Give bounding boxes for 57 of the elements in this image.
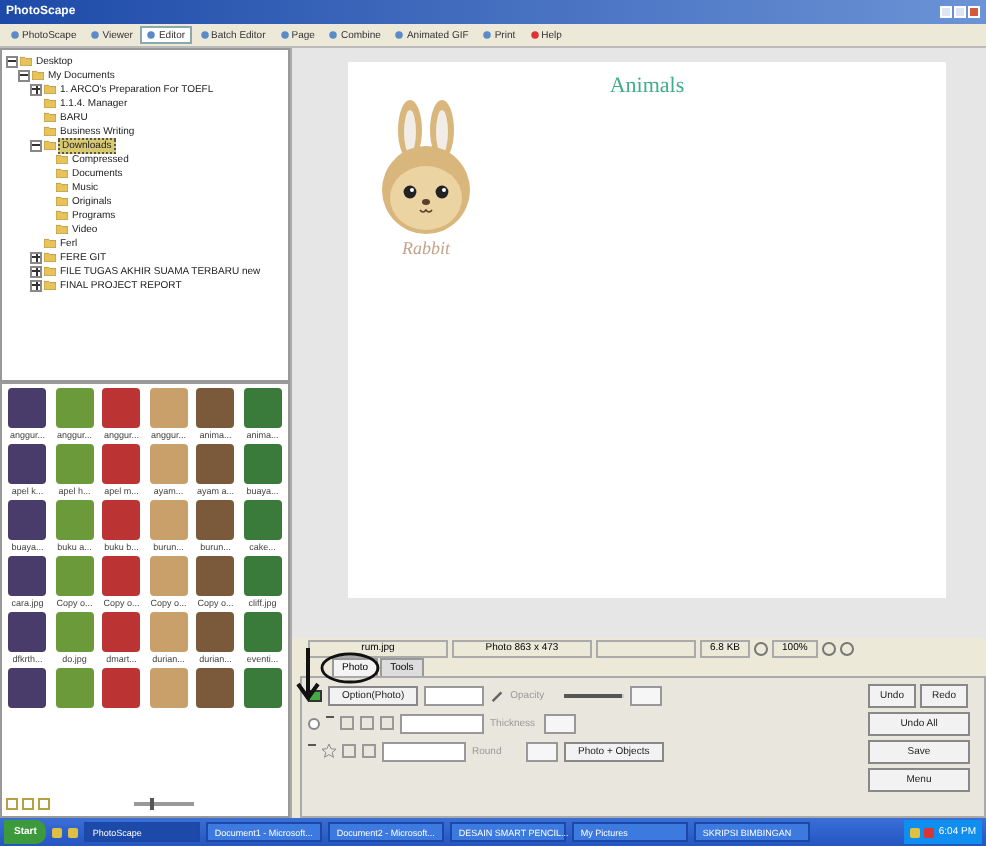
expander-icon[interactable] [30,279,42,291]
photo-placeholder[interactable] [196,444,235,484]
circle-icon [199,30,210,40]
photo-placeholder[interactable] [243,668,282,708]
circle-icon [279,30,290,40]
rabbit-drawing [376,98,476,238]
image-caption: Rabbit [402,238,450,258]
annotation-ellipse [320,652,380,684]
spin-field[interactable] [526,741,558,761]
radio-button[interactable] [308,717,320,729]
photo-placeholder[interactable] [8,388,47,428]
photo-placeholder[interactable] [243,444,282,484]
photo-placeholder[interactable] [243,500,282,540]
dropdown-field[interactable] [382,741,466,761]
photo-placeholder[interactable] [102,668,141,708]
photo-placeholder[interactable] [8,612,47,652]
circle-icon [328,30,339,40]
photo-placeholder[interactable] [102,556,141,596]
photo-placeholder[interactable] [8,668,47,708]
dropdown-field[interactable] [424,685,485,705]
photo-placeholder[interactable] [243,612,282,652]
photo-placeholder[interactable] [196,500,235,540]
annotation-arrow [296,646,320,702]
photo-placeholder[interactable] [102,500,141,540]
photo-placeholder[interactable] [243,388,282,428]
photo-placeholder[interactable] [102,388,141,428]
circle-icon [482,30,493,40]
circle-icon [394,30,405,40]
expander-icon[interactable] [30,83,42,95]
spin-field[interactable] [630,685,663,705]
star-icon[interactable] [322,744,336,758]
photo-placeholder[interactable] [102,444,141,484]
circle-icon [10,30,20,40]
photo-placeholder[interactable] [196,388,235,428]
expander-icon[interactable] [18,69,30,81]
zoom-icon[interactable] [754,641,769,655]
expander-icon[interactable] [6,55,18,67]
photo-placeholder[interactable] [243,556,282,596]
spin-field[interactable] [544,713,576,733]
expander-icon[interactable] [30,139,42,151]
circle-icon [146,30,157,40]
page-title: Animals [609,74,685,98]
close-icon[interactable] [968,6,980,18]
circle-icon [90,30,101,40]
circle-icon [529,30,540,40]
photo-placeholder[interactable] [196,668,235,708]
pen-icon[interactable] [490,688,505,702]
photo-placeholder[interactable] [8,500,47,540]
dropdown-field[interactable] [400,713,484,733]
photo-placeholder[interactable] [8,556,47,596]
status-field [596,639,696,657]
expander-icon[interactable] [30,251,42,263]
photo-placeholder[interactable] [8,444,47,484]
photo-placeholder[interactable] [196,612,235,652]
photo-placeholder[interactable] [196,556,235,596]
photo-placeholder[interactable] [102,612,141,652]
expander-icon[interactable] [30,265,42,277]
